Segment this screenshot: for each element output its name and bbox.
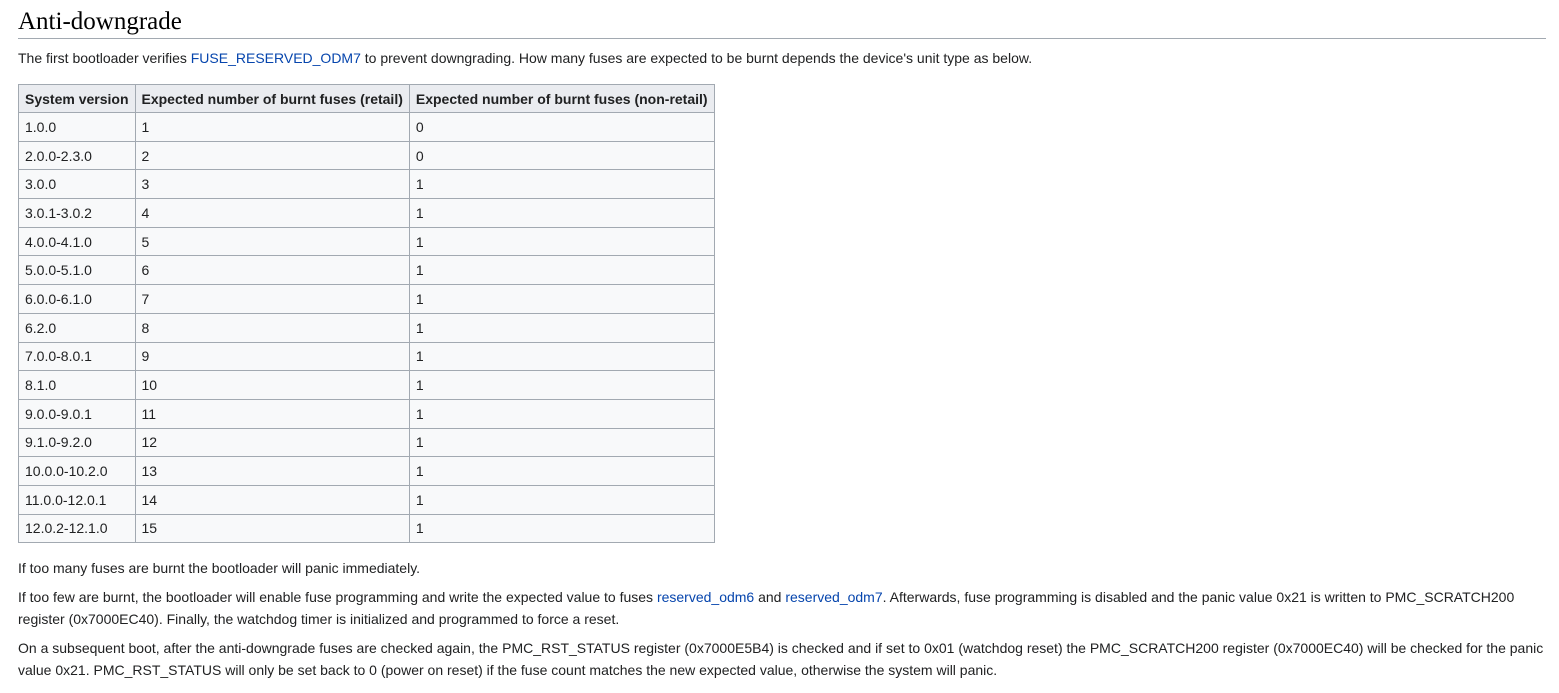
table-row: 1.0.0 1 0 <box>18 112 715 142</box>
cell-non-retail-fuses: 1 <box>408 370 715 400</box>
cell-retail-fuses: 3 <box>134 169 410 200</box>
table-row: 10.0.0-10.2.0 13 1 <box>18 456 715 486</box>
header-system-version: System version <box>18 84 136 113</box>
cell-system-version: 9.0.0-9.0.1 <box>18 398 136 429</box>
cell-non-retail-fuses: 1 <box>408 312 715 343</box>
cell-non-retail-fuses: 1 <box>408 513 715 544</box>
cell-retail-fuses: 5 <box>134 226 410 257</box>
table-row: 12.0.2-12.1.0 15 1 <box>18 513 715 544</box>
cell-system-version: 2.0.0-2.3.0 <box>18 140 136 171</box>
cell-system-version: 5.0.0-5.1.0 <box>18 255 136 286</box>
intro-paragraph: The first bootloader verifies FUSE_RESER… <box>18 47 1546 69</box>
cell-retail-fuses: 14 <box>134 484 410 515</box>
cell-retail-fuses: 12 <box>134 427 410 458</box>
cell-system-version: 9.1.0-9.2.0 <box>18 427 136 458</box>
table-header-row: System version Expected number of burnt … <box>18 84 715 113</box>
cell-retail-fuses: 2 <box>134 140 410 171</box>
cell-retail-fuses: 1 <box>134 112 410 142</box>
table-row: 3.0.0 3 1 <box>18 169 715 200</box>
subsequent-boot-paragraph: On a subsequent boot, after the anti-dow… <box>18 640 1544 679</box>
cell-system-version: 11.0.0-12.0.1 <box>18 484 136 515</box>
cell-retail-fuses: 11 <box>134 398 410 429</box>
cell-retail-fuses: 13 <box>134 456 410 486</box>
cell-system-version: 1.0.0 <box>18 112 136 142</box>
cell-non-retail-fuses: 1 <box>408 169 715 200</box>
table-row: 7.0.0-8.0.1 9 1 <box>18 341 715 372</box>
table-row: 6.2.0 8 1 <box>18 312 715 343</box>
reserved-odm6-link[interactable]: reserved_odm6 <box>657 589 754 605</box>
cell-non-retail-fuses: 1 <box>408 284 715 314</box>
reserved-odm7-link[interactable]: reserved_odm7 <box>785 589 882 605</box>
cell-retail-fuses: 9 <box>134 341 410 372</box>
cell-system-version: 3.0.0 <box>18 169 136 200</box>
intro-text-before: The first bootloader verifies <box>18 50 191 66</box>
article-content: Anti-downgrade The first bootloader veri… <box>0 0 1559 681</box>
too-many-fuses-paragraph: If too many fuses are burnt the bootload… <box>18 560 421 577</box>
cell-non-retail-fuses: 1 <box>408 456 715 486</box>
fuse-reserved-odm7-link[interactable]: FUSE_RESERVED_ODM7 <box>191 50 361 66</box>
table-row: 9.0.0-9.0.1 11 1 <box>18 398 715 429</box>
cell-non-retail-fuses: 0 <box>408 140 715 171</box>
cell-non-retail-fuses: 1 <box>408 484 715 515</box>
table-row: 2.0.0-2.3.0 2 0 <box>18 140 715 171</box>
header-non-retail-fuses: Expected number of burnt fuses (non-reta… <box>408 84 715 113</box>
cell-non-retail-fuses: 1 <box>408 198 715 228</box>
table-row: 6.0.0-6.1.0 7 1 <box>18 284 715 314</box>
cell-non-retail-fuses: 1 <box>408 226 715 257</box>
cell-retail-fuses: 10 <box>134 370 410 400</box>
cell-system-version: 6.0.0-6.1.0 <box>18 284 136 314</box>
cell-system-version: 3.0.1-3.0.2 <box>18 198 136 228</box>
para2-text-2: and <box>754 589 786 606</box>
cell-system-version: 6.2.0 <box>18 312 136 343</box>
cell-system-version: 8.1.0 <box>18 370 136 400</box>
section-heading: Anti-downgrade <box>18 0 1546 39</box>
table-row: 3.0.1-3.0.2 4 1 <box>18 198 715 228</box>
cell-system-version: 7.0.0-8.0.1 <box>18 341 136 372</box>
table-body: 1.0.0 1 0 2.0.0-2.3.0 2 0 3.0.0 3 1 3.0.1-3.0.2 4 1… <box>18 112 715 544</box>
cell-non-retail-fuses: 1 <box>408 341 715 372</box>
para2-text-1: If too few are burnt, the bootloader wil… <box>18 589 657 606</box>
cell-system-version: 12.0.2-12.1.0 <box>18 513 136 544</box>
cell-system-version: 10.0.0-10.2.0 <box>18 456 136 486</box>
cell-non-retail-fuses: 0 <box>408 112 715 142</box>
table-row: 11.0.0-12.0.1 14 1 <box>18 484 715 515</box>
table-row: 4.0.0-4.1.0 5 1 <box>18 226 715 257</box>
cell-system-version: 4.0.0-4.1.0 <box>18 226 136 257</box>
cell-retail-fuses: 7 <box>134 284 410 314</box>
fuse-table: System version Expected number of burnt … <box>18 84 715 544</box>
cell-non-retail-fuses: 1 <box>408 427 715 458</box>
table-row: 5.0.0-5.1.0 6 1 <box>18 255 715 286</box>
table-row: 8.1.0 10 1 <box>18 370 715 400</box>
header-retail-fuses: Expected number of burnt fuses (retail) <box>134 84 410 113</box>
cell-non-retail-fuses: 1 <box>408 398 715 429</box>
cell-retail-fuses: 8 <box>134 312 410 343</box>
cell-retail-fuses: 15 <box>134 513 410 544</box>
cell-non-retail-fuses: 1 <box>408 255 715 286</box>
table-row: 9.1.0-9.2.0 12 1 <box>18 427 715 458</box>
too-few-fuses-paragraph: If too few are burnt, the bootloader wil… <box>18 586 1546 630</box>
intro-text-after: to prevent downgrading. How many fuses a… <box>360 50 1033 66</box>
cell-retail-fuses: 6 <box>134 255 410 286</box>
cell-retail-fuses: 4 <box>134 198 410 228</box>
